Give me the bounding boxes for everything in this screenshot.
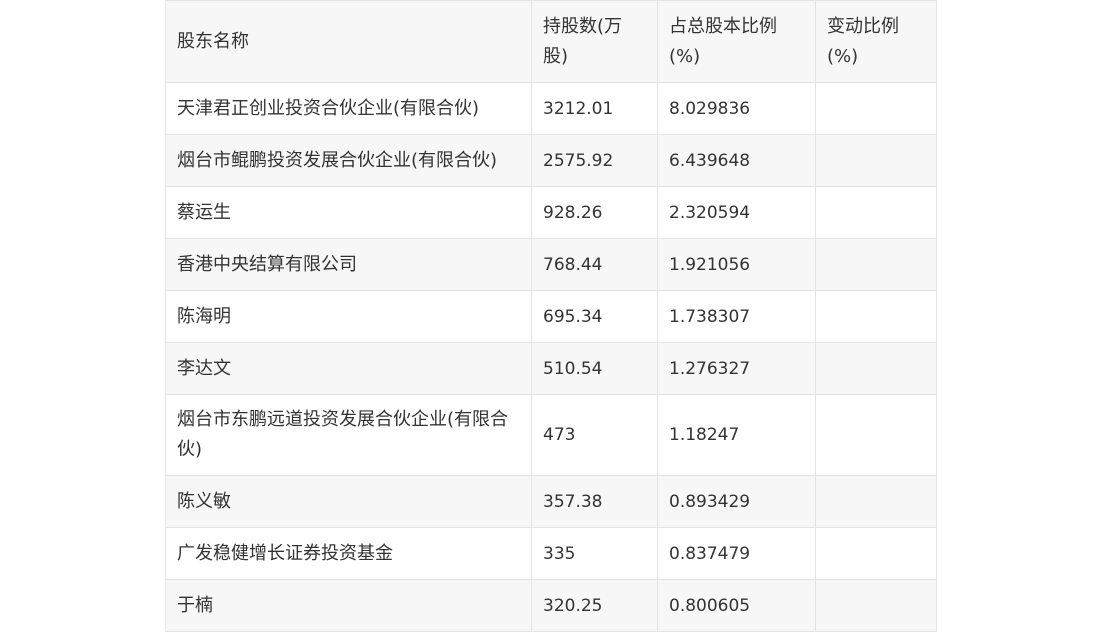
table-row: 蔡运生 928.26 2.320594 bbox=[165, 186, 937, 239]
change-ratio-cell bbox=[815, 394, 937, 476]
ownership-ratio-cell: 8.029836 bbox=[657, 82, 816, 135]
table-row: 天津君正创业投资合伙企业(有限合伙) 3212.01 8.029836 bbox=[165, 82, 937, 135]
table-row: 于楠 320.25 0.800605 bbox=[165, 579, 937, 632]
change-ratio-cell bbox=[815, 134, 937, 187]
shareholder-name-cell: 蔡运生 bbox=[165, 186, 532, 239]
share-count-cell: 320.25 bbox=[531, 579, 658, 632]
header-shareholder-name: 股东名称 bbox=[165, 0, 532, 83]
table-row: 香港中央结算有限公司 768.44 1.921056 bbox=[165, 238, 937, 291]
change-ratio-cell bbox=[815, 82, 937, 135]
shareholder-table-container: 股东名称 持股数(万股) 占总股本比例(%) 变动比例(%) 天津君正创业投资合… bbox=[165, 0, 937, 632]
table-row: 烟台市鲲鹏投资发展合伙企业(有限合伙) 2575.92 6.439648 bbox=[165, 134, 937, 187]
shareholder-table: 股东名称 持股数(万股) 占总股本比例(%) 变动比例(%) 天津君正创业投资合… bbox=[165, 0, 937, 632]
shareholder-name-cell: 李达文 bbox=[165, 342, 532, 395]
share-count-cell: 768.44 bbox=[531, 238, 658, 291]
ownership-ratio-cell: 0.837479 bbox=[657, 527, 816, 580]
change-ratio-cell bbox=[815, 475, 937, 528]
ownership-ratio-cell: 1.18247 bbox=[657, 394, 816, 476]
ownership-ratio-cell: 1.276327 bbox=[657, 342, 816, 395]
shareholder-name-cell: 广发稳健增长证券投资基金 bbox=[165, 527, 532, 580]
change-ratio-cell bbox=[815, 527, 937, 580]
shareholder-name-cell: 于楠 bbox=[165, 579, 532, 632]
share-count-cell: 510.54 bbox=[531, 342, 658, 395]
shareholder-name-cell: 香港中央结算有限公司 bbox=[165, 238, 532, 291]
table-header-row: 股东名称 持股数(万股) 占总股本比例(%) 变动比例(%) bbox=[165, 0, 937, 83]
change-ratio-cell bbox=[815, 290, 937, 343]
shareholder-name-cell: 陈义敏 bbox=[165, 475, 532, 528]
share-count-cell: 695.34 bbox=[531, 290, 658, 343]
change-ratio-cell bbox=[815, 238, 937, 291]
change-ratio-cell bbox=[815, 579, 937, 632]
table-row: 陈义敏 357.38 0.893429 bbox=[165, 475, 937, 528]
change-ratio-cell bbox=[815, 342, 937, 395]
shareholder-name-cell: 陈海明 bbox=[165, 290, 532, 343]
share-count-cell: 928.26 bbox=[531, 186, 658, 239]
shareholder-name-cell: 烟台市鲲鹏投资发展合伙企业(有限合伙) bbox=[165, 134, 532, 187]
share-count-cell: 2575.92 bbox=[531, 134, 658, 187]
change-ratio-cell bbox=[815, 186, 937, 239]
ownership-ratio-cell: 0.893429 bbox=[657, 475, 816, 528]
share-count-cell: 473 bbox=[531, 394, 658, 476]
header-share-count: 持股数(万股) bbox=[531, 0, 658, 83]
ownership-ratio-cell: 1.738307 bbox=[657, 290, 816, 343]
shareholder-name-cell: 烟台市东鹏远道投资发展合伙企业(有限合伙) bbox=[165, 394, 532, 476]
header-change-ratio: 变动比例(%) bbox=[815, 0, 937, 83]
ownership-ratio-cell: 1.921056 bbox=[657, 238, 816, 291]
share-count-cell: 335 bbox=[531, 527, 658, 580]
ownership-ratio-cell: 2.320594 bbox=[657, 186, 816, 239]
share-count-cell: 3212.01 bbox=[531, 82, 658, 135]
ownership-ratio-cell: 0.800605 bbox=[657, 579, 816, 632]
table-row: 李达文 510.54 1.276327 bbox=[165, 342, 937, 395]
share-count-cell: 357.38 bbox=[531, 475, 658, 528]
table-row: 烟台市东鹏远道投资发展合伙企业(有限合伙) 473 1.18247 bbox=[165, 394, 937, 476]
header-ownership-ratio: 占总股本比例(%) bbox=[657, 0, 816, 83]
table-row: 陈海明 695.34 1.738307 bbox=[165, 290, 937, 343]
table-row: 广发稳健增长证券投资基金 335 0.837479 bbox=[165, 527, 937, 580]
shareholder-name-cell: 天津君正创业投资合伙企业(有限合伙) bbox=[165, 82, 532, 135]
ownership-ratio-cell: 6.439648 bbox=[657, 134, 816, 187]
